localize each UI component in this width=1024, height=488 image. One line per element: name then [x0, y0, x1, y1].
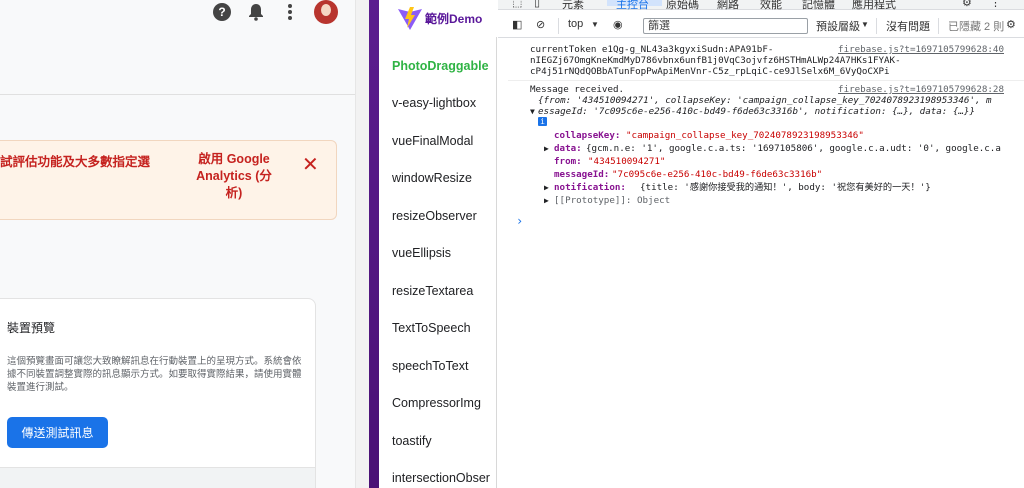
header-icons: ?	[212, 0, 338, 24]
settings-gear-icon[interactable]: ⚙	[1006, 18, 1016, 31]
expand-caret-icon[interactable]: ▶	[544, 143, 549, 154]
tab-console[interactable]: 主控台	[616, 0, 649, 12]
issues-button[interactable]: 沒有問題	[886, 18, 930, 34]
device-preview-card: 裝置預覽 這個預覽畫面可讓您大致瞭解訊息在行動裝置上的呈現方式。系統會依據不同裝…	[0, 298, 316, 488]
chevron-down-icon: ▼	[861, 20, 869, 29]
devtools-tabs: ⬚ ▯ 元素 主控台 原始碼 網路 效能 記憶體 應用程式 ⚙ ⋮	[498, 0, 1024, 12]
firebase-header: ?	[0, 0, 355, 95]
banner-text: 試評估功能及大多數指定選	[0, 155, 151, 169]
send-test-message-button[interactable]: 傳送測試訊息	[7, 417, 108, 448]
prop-key: from:	[554, 156, 588, 167]
device-toggle-icon[interactable]: ▯	[534, 0, 540, 9]
divider	[938, 18, 939, 34]
divider	[876, 18, 877, 34]
scrollbar[interactable]	[355, 0, 369, 488]
console-toolbar: ◧ ⊘ top ▼ ◉ 篩選 預設層級 ▼ 沒有問題 已隱藏 2 則 ⚙	[498, 14, 1024, 38]
demo-header: 範例Demo	[379, 0, 497, 37]
demo-item-toastify[interactable]: toastify	[392, 434, 432, 448]
enable-analytics-button[interactable]: 啟用 Google Analytics (分析)	[188, 151, 280, 202]
more-vert-icon[interactable]: ⋮	[990, 0, 1001, 9]
demo-item-photodraggable[interactable]: PhotoDraggable	[392, 59, 489, 73]
close-icon[interactable]: ✕	[302, 155, 319, 175]
tab-application[interactable]: 應用程式	[852, 0, 896, 12]
demo-item-compressorimg[interactable]: CompressorImg	[392, 396, 481, 410]
tab-elements[interactable]: 元素	[562, 0, 584, 12]
settings-gear-icon[interactable]: ⚙	[962, 0, 972, 9]
log-text: Message received.	[530, 84, 625, 95]
prop-key: notification:	[554, 182, 632, 193]
demo-item-texttospeech[interactable]: TextToSpeech	[392, 321, 471, 335]
prototype-label: [[Prototype]]: Object	[554, 195, 671, 206]
demo-item-speechtotext[interactable]: speechToText	[392, 359, 468, 373]
sidebar-toggle-icon[interactable]: ◧	[512, 18, 522, 31]
card-description: 這個預覽畫面可讓您大致瞭解訊息在行動裝置上的呈現方式。系統會依據不同裝置調整實際…	[7, 356, 302, 393]
log-text: cP4j51rNQdQOBbATunFopPwApiMenVnr-C5z_rpL…	[530, 66, 890, 77]
source-link[interactable]: firebase.js?t=1697105799628:28	[838, 84, 1004, 95]
prop-key: data:	[554, 143, 588, 154]
demo-title: 範例Demo	[425, 12, 483, 26]
divider	[558, 18, 559, 34]
demo-item-windowresize[interactable]: windowResize	[392, 171, 472, 185]
object-summary-cont: essageId: '7c095c6e-e256-410c-bd49-f6de6…	[538, 106, 975, 117]
inspect-icon[interactable]: ⬚	[512, 0, 522, 9]
tab-sources[interactable]: 原始碼	[666, 0, 699, 12]
tab-network[interactable]: 網路	[717, 0, 739, 12]
expand-caret-icon[interactable]: ▶	[544, 182, 549, 193]
console-output: currentToken e1Qg-g_NL43a3kgyxiSudn:APA9…	[498, 38, 1024, 488]
hidden-count: 已隱藏 2 則	[948, 21, 1005, 33]
prop-key: collapseKey:	[554, 130, 626, 141]
prop-value: "campaign_collapse_key_70240789231989533…	[626, 130, 864, 141]
purple-edge	[369, 0, 379, 488]
card-footer	[0, 467, 315, 488]
chevron-down-icon: ▼	[591, 20, 599, 29]
eye-icon[interactable]: ◉	[613, 18, 623, 31]
demo-item-intersectionobserver[interactable]: intersectionObser	[392, 471, 490, 485]
prop-value: {gcm.n.e: '1', google.c.a.ts: '169710580…	[586, 143, 1001, 154]
more-vert-icon[interactable]	[280, 2, 300, 22]
prop-value: {title: '感謝你接受我的通知！', body: '祝您有美好的一天！'}	[640, 182, 931, 193]
log-levels-select[interactable]: 預設層級	[816, 18, 860, 34]
info-icon: i	[538, 117, 547, 126]
prop-value: "7c095c6e-e256-410c-bd49-f6de63c3316b"	[612, 169, 823, 180]
clear-console-icon[interactable]: ⊘	[536, 18, 545, 31]
expand-caret-icon[interactable]: ▶	[544, 195, 549, 206]
context-select[interactable]: top	[568, 18, 583, 30]
expand-caret-icon[interactable]: ▼	[530, 106, 535, 117]
demo-item-resizetextarea[interactable]: resizeTextarea	[392, 284, 473, 298]
avatar[interactable]	[314, 0, 338, 24]
tab-memory[interactable]: 記憶體	[802, 0, 835, 12]
card-title: 裝置預覽	[7, 321, 56, 335]
demo-item-vueellipsis[interactable]: vueEllipsis	[392, 246, 451, 260]
demo-item-v-easy-lightbox[interactable]: v-easy-lightbox	[392, 96, 476, 110]
prop-key: messageId:	[554, 169, 615, 180]
source-link[interactable]: firebase.js?t=1697105799628:40	[838, 44, 1004, 55]
demo-item-vuefinalmodal[interactable]: vueFinalModal	[392, 134, 473, 148]
notifications-bell-icon[interactable]	[246, 2, 266, 22]
firebase-panel: ? 試評估功能及大多數指定選 啟用 Google Analytics (分析) …	[0, 0, 355, 488]
object-summary[interactable]: {from: '434510094271', collapseKey: 'cam…	[538, 95, 992, 106]
svg-text:?: ?	[218, 5, 225, 19]
help-icon[interactable]: ?	[212, 2, 232, 22]
filter-input[interactable]: 篩選	[643, 18, 808, 34]
prop-value: "434510094271"	[588, 156, 666, 167]
log-text: currentToken e1Qg-g_NL43a3kgyxiSudn:APA9…	[530, 44, 774, 55]
devtools-panel: ⬚ ▯ 元素 主控台 原始碼 網路 效能 記憶體 應用程式 ⚙ ⋮ ◧ ⊘ to…	[498, 0, 1024, 488]
vite-logo-icon	[398, 6, 422, 30]
demo-sidebar: 範例Demo PhotoDraggable v-easy-lightbox vu…	[369, 0, 497, 488]
tab-performance[interactable]: 效能	[760, 0, 782, 12]
console-prompt-icon[interactable]: ›	[516, 215, 523, 227]
divider	[508, 80, 1024, 81]
analytics-banner: 試評估功能及大多數指定選 啟用 Google Analytics (分析) ✕	[0, 140, 337, 220]
log-text: nIEGZj67OmgKneKmdMyD786vbnx6unfB1j0VqC3o…	[530, 55, 901, 66]
demo-item-resizeobserver[interactable]: resizeObserver	[392, 209, 477, 223]
